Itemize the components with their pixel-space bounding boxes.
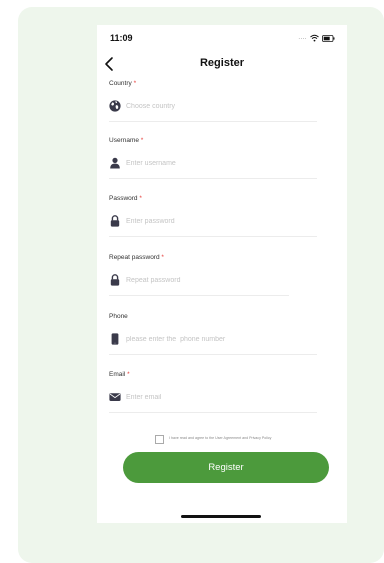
phone-label: Phone <box>109 313 128 320</box>
page-title: Register <box>199 57 245 69</box>
phone-screen: 11:09 .... Register Country * Choose cou… <box>97 25 347 523</box>
battery-icon <box>322 34 335 42</box>
agreement-row: I have read and agree to the User Agreem… <box>155 435 335 445</box>
password-input[interactable] <box>126 214 316 228</box>
phone-divider <box>109 354 317 355</box>
background-card: 11:09 .... Register Country * Choose cou… <box>18 7 384 563</box>
status-bar: 11:09 .... <box>97 25 347 49</box>
repeat-password-divider <box>109 295 289 296</box>
country-divider <box>109 121 317 122</box>
agreement-checkbox[interactable] <box>155 435 164 444</box>
status-icons: .... <box>298 33 335 43</box>
email-divider <box>109 412 317 413</box>
signal-dots: .... <box>298 35 307 41</box>
agreement-text[interactable]: I have read and agree to the User Agreem… <box>169 436 271 440</box>
username-input[interactable] <box>126 156 316 170</box>
envelope-icon <box>109 393 121 401</box>
lock-icon <box>110 215 120 227</box>
country-input[interactable] <box>126 99 316 113</box>
home-indicator <box>181 515 261 518</box>
status-time: 11:09 <box>110 33 133 43</box>
password-divider <box>109 236 317 237</box>
wifi-icon <box>310 34 319 42</box>
password-label: Password * <box>109 195 142 202</box>
person-icon <box>110 157 120 169</box>
globe-icon <box>109 100 121 112</box>
email-label: Email * <box>109 371 130 378</box>
phone-icon <box>111 333 119 345</box>
country-label: Country * <box>109 80 137 87</box>
repeat-password-label: Repeat password * <box>109 254 164 261</box>
username-divider <box>109 178 317 179</box>
lock-icon <box>110 274 120 286</box>
phone-input[interactable] <box>126 332 316 346</box>
nav-bar: Register <box>97 53 347 75</box>
repeat-password-input[interactable] <box>126 273 316 287</box>
username-label: Username * <box>109 137 144 144</box>
email-input[interactable] <box>126 390 316 404</box>
register-button[interactable]: Register <box>123 452 329 483</box>
